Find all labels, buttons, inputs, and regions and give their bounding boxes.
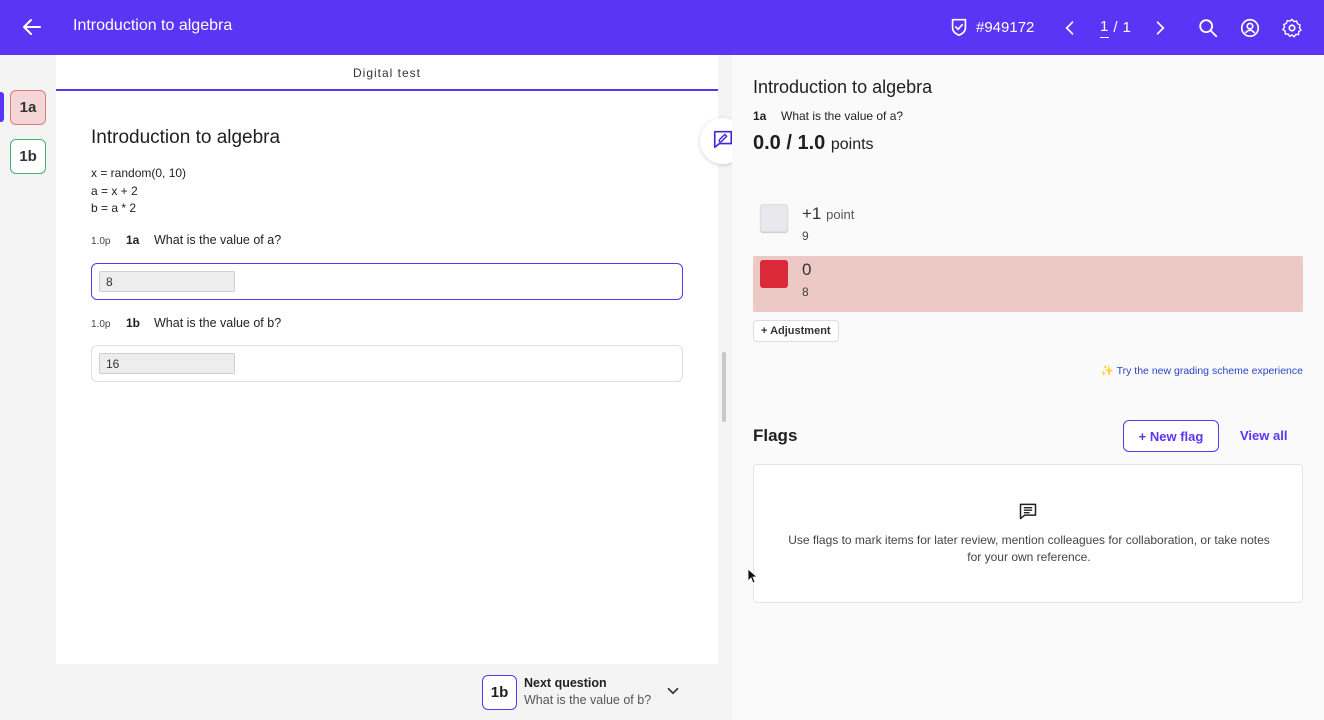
grading-panel: Introduction to algebra 1a What is the v… [732,55,1324,720]
question-points: 1.0p [91,236,111,247]
grading-option-plus-one[interactable]: +1 point 9 [753,200,1303,256]
next-question-bar: 1b Next question What is the value of b? [56,664,718,720]
score-unit: points [830,136,874,153]
flags-empty-card: Use flags to mark items for later review… [753,464,1303,603]
comment-icon [1018,501,1038,521]
account-icon[interactable] [1239,0,1261,55]
code-line: a = x + 2 [91,184,138,198]
test-panel: Digital test Introduction to algebra x =… [56,55,718,664]
try-grading-scheme-link[interactable]: ✨ Try the new grading scheme experience [1101,364,1303,377]
chevron-down-icon[interactable] [664,682,682,700]
submission-id-group: #949172 [948,0,1034,55]
option-points: +1 [802,204,822,223]
pager-total: 1 [1122,19,1132,36]
tab-digital-test[interactable]: Digital test [56,55,718,91]
search-icon[interactable] [1197,0,1219,55]
question-id: 1a [126,233,140,247]
score-value: 0.0 / 1.0 [753,132,826,154]
submission-id: #949172 [976,19,1035,36]
top-bar: Introduction to algebra #949172 1 / 1 [0,0,1324,55]
next-chevron-icon[interactable] [1150,0,1170,55]
test-title: Introduction to algebra [91,127,281,148]
next-question-text: What is the value of b? [524,693,652,707]
option-checkbox[interactable] [760,204,788,232]
page-title: Introduction to algebra [73,17,233,34]
grading-question: 1a What is the value of a? [753,109,903,123]
pager-separator: / [1113,19,1119,36]
grading-title: Introduction to algebra [753,77,933,97]
flags-heading: Flags [753,426,798,445]
grading-option-zero[interactable]: 0 8 [753,256,1303,312]
new-flag-button[interactable]: + New flag [1123,420,1219,452]
rail-item-1b[interactable]: 1b [10,139,46,174]
rail-item-1a[interactable]: 1a [10,90,46,125]
pager: 1 / 1 [1100,0,1132,55]
answer-field-1a[interactable]: 8 [99,271,235,292]
mouse-cursor-icon [747,568,759,584]
question-header-1b: 1.0p 1b What is the value of b? [91,316,281,330]
code-line: b = a * 2 [91,201,137,215]
question-id: 1b [126,316,141,330]
annotate-icon [712,128,734,155]
back-arrow-icon[interactable] [20,15,44,39]
prev-chevron-icon[interactable] [1060,0,1080,55]
option-unit: point [826,207,855,222]
option-label: 0 [802,260,811,280]
question-text: What is the value of b? [154,316,282,330]
grading-question-id: 1a [753,109,767,123]
option-value: 9 [802,229,809,243]
option-points: 0 [802,260,812,279]
answer-box-1b: 16 [91,345,683,382]
question-text: What is the value of a? [154,233,282,247]
settings-gear-icon[interactable] [1281,0,1303,55]
question-header-1a: 1.0p 1a What is the value of a? [91,233,281,247]
option-checkbox[interactable] [760,260,788,288]
rail-active-indicator [0,92,4,122]
flags-empty-text: Use flags to mark items for later review… [788,533,1270,564]
score-display: 0.0 / 1.0 points [753,132,874,155]
option-label: +1 point [802,204,854,224]
next-question-badge[interactable]: 1b [482,675,517,710]
question-rail: 1a 1b [0,55,56,720]
scrollbar-thumb[interactable] [722,352,726,422]
add-adjustment-button[interactable]: + Adjustment [753,320,839,342]
answer-box-1a: 8 [91,263,683,300]
next-question-label: Next question [524,676,607,690]
option-value: 8 [802,285,809,299]
grading-question-text: What is the value of a? [781,109,904,123]
view-all-flags-link[interactable]: View all [1240,428,1287,443]
shield-check-icon [948,16,972,40]
answer-field-1b[interactable]: 16 [99,353,235,374]
pager-current: 1 [1100,18,1110,38]
code-line: x = random(0, 10) [91,166,187,180]
question-points: 1.0p [91,319,111,330]
